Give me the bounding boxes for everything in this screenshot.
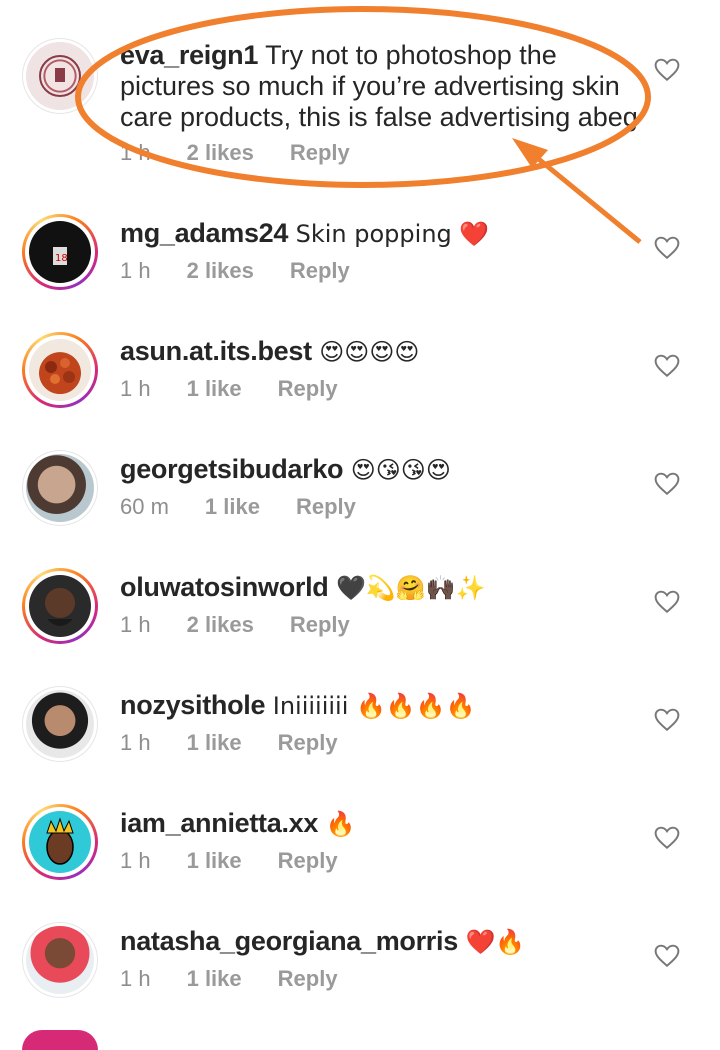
comment-body: 🖤💫🤗🙌🏿✨ — [336, 574, 486, 602]
comment-item: georgetsibudarko 😍😘😘😍 60 m 1 like Reply — [0, 444, 720, 562]
comment-text: oluwatosinworld 🖤💫🤗🙌🏿✨ — [120, 572, 640, 604]
heart-outline-icon[interactable] — [654, 590, 680, 614]
heart-outline-icon[interactable] — [654, 826, 680, 850]
comment-meta: 1 h 2 likes Reply — [120, 612, 386, 638]
comment-time: 1 h — [120, 258, 151, 283]
comment-username[interactable]: iam_annietta.xx — [120, 808, 318, 838]
comment-username[interactable]: eva_reign1 — [120, 40, 258, 70]
avatar[interactable] — [22, 450, 98, 526]
reply-button[interactable]: Reply — [290, 258, 350, 284]
comment-text: eva_reign1 Try not to photoshop the pict… — [120, 40, 640, 133]
comment-likes[interactable]: 2 likes — [187, 612, 254, 638]
comment-text: georgetsibudarko 😍😘😘😍 — [120, 454, 640, 486]
comment-time: 1 h — [120, 730, 151, 755]
comment-body: 😍😍😍😍 — [319, 338, 420, 366]
comment-item: eva_reign1 Try not to photoshop the pict… — [0, 30, 720, 165]
comment-likes[interactable]: 1 like — [187, 730, 242, 756]
comment-time: 1 h — [120, 140, 151, 165]
heart-outline-icon[interactable] — [654, 236, 680, 260]
avatar[interactable]: 18 — [22, 214, 98, 290]
comment-item: 18 mg_adams24 Skin popping ❤️ 1 h 2 like… — [0, 208, 720, 326]
comment-item: asun.at.its.best 😍😍😍😍 1 h 1 like Reply — [0, 326, 720, 444]
comment-body: Skin popping ❤️ — [295, 220, 490, 248]
comment-text: iam_annietta.xx 🔥 — [120, 808, 640, 840]
avatar[interactable] — [22, 804, 98, 880]
comment-meta: 1 h 1 like Reply — [120, 966, 374, 992]
reply-button[interactable]: Reply — [278, 848, 338, 874]
comment-item: natasha_georgiana_morris ❤️🔥 1 h 1 like … — [0, 916, 720, 1034]
comment-meta: 60 m 1 like Reply — [120, 494, 392, 520]
comment-username[interactable]: mg_adams24 — [120, 218, 288, 248]
comment-text: nozysithole Iniiiiiiii 🔥🔥🔥🔥 — [120, 690, 640, 722]
heart-outline-icon[interactable] — [654, 58, 680, 82]
comment-likes[interactable]: 2 likes — [187, 140, 254, 166]
comment-meta: 1 h 2 likes Reply — [120, 140, 386, 166]
comment-username[interactable]: nozysithole — [120, 690, 266, 720]
comment-likes[interactable]: 1 like — [187, 848, 242, 874]
comment-meta: 1 h 1 like Reply — [120, 376, 374, 402]
comment-username[interactable]: asun.at.its.best — [120, 336, 312, 366]
comment-meta: 1 h 1 like Reply — [120, 730, 374, 756]
comment-item: nozysithole Iniiiiiiii 🔥🔥🔥🔥 1 h 1 like R… — [0, 680, 720, 798]
comment-username[interactable]: georgetsibudarko — [120, 454, 344, 484]
comment-time: 60 m — [120, 494, 169, 519]
comment-time: 1 h — [120, 848, 151, 873]
comment-body: ❤️🔥 — [465, 928, 526, 956]
avatar[interactable] — [22, 686, 98, 762]
comment-username[interactable]: natasha_georgiana_morris — [120, 926, 458, 956]
comment-likes[interactable]: 1 like — [187, 376, 242, 402]
avatar[interactable] — [22, 568, 98, 644]
comment-body: 😍😘😘😍 — [350, 456, 451, 484]
reply-button[interactable]: Reply — [278, 376, 338, 402]
comment-time: 1 h — [120, 612, 151, 637]
heart-outline-icon[interactable] — [654, 472, 680, 496]
comment-likes[interactable]: 2 likes — [187, 258, 254, 284]
comment-meta: 1 h 1 like Reply — [120, 848, 374, 874]
comment-text: natasha_georgiana_morris ❤️🔥 — [120, 926, 640, 958]
heart-outline-icon[interactable] — [654, 944, 680, 968]
comment-likes[interactable]: 1 like — [187, 966, 242, 992]
avatar[interactable] — [22, 332, 98, 408]
comment-body: 🔥 — [325, 810, 356, 838]
comment-text: asun.at.its.best 😍😍😍😍 — [120, 336, 640, 368]
comment-username[interactable]: oluwatosinworld — [120, 572, 329, 602]
avatar[interactable] — [22, 38, 98, 114]
reply-button[interactable]: Reply — [278, 730, 338, 756]
heart-outline-icon[interactable] — [654, 708, 680, 732]
comment-item: iam_annietta.xx 🔥 1 h 1 like Reply — [0, 798, 720, 916]
heart-outline-icon[interactable] — [654, 354, 680, 378]
reply-button[interactable]: Reply — [290, 612, 350, 638]
comment-body: Iniiiiiiii 🔥🔥🔥🔥 — [272, 692, 476, 720]
comment-text: mg_adams24 Skin popping ❤️ — [120, 218, 640, 250]
svg-text:18: 18 — [55, 253, 68, 264]
comment-likes[interactable]: 1 like — [205, 494, 260, 520]
reply-button[interactable]: Reply — [290, 140, 350, 166]
comment-meta: 1 h 2 likes Reply — [120, 258, 386, 284]
reply-button[interactable]: Reply — [296, 494, 356, 520]
comment-item: oluwatosinworld 🖤💫🤗🙌🏿✨ 1 h 2 likes Reply — [0, 562, 720, 680]
comment-time: 1 h — [120, 966, 151, 991]
comment-time: 1 h — [120, 376, 151, 401]
reply-button[interactable]: Reply — [278, 966, 338, 992]
avatar[interactable] — [22, 922, 98, 998]
avatar — [22, 1030, 98, 1050]
